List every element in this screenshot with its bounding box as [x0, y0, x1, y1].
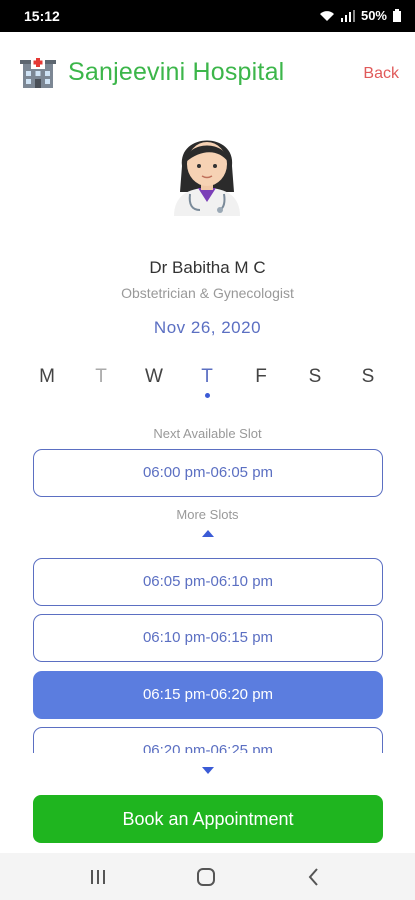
scroll-down-icon[interactable]: [202, 767, 214, 774]
book-appointment-button[interactable]: Book an Appointment: [33, 795, 383, 843]
home-icon[interactable]: [194, 865, 218, 889]
scroll-up-icon[interactable]: [202, 530, 214, 537]
day-friday[interactable]: F: [246, 366, 276, 388]
day-tuesday[interactable]: T: [86, 366, 116, 388]
doctor-avatar: [174, 140, 240, 216]
weekday-selector: M T W T F S S: [0, 366, 415, 406]
system-nav-bar: [0, 853, 415, 900]
signal-icon: [340, 9, 355, 22]
slot-button-selected[interactable]: 06:15 pm-06:20 pm: [33, 671, 383, 719]
day-monday[interactable]: M: [32, 366, 62, 388]
doctor-name: Dr Babitha M C: [149, 258, 266, 277]
day-sunday[interactable]: S: [353, 366, 383, 388]
doctor-specialty: Obstetrician & Gynecologist: [121, 285, 294, 301]
battery-text: 50%: [360, 8, 387, 23]
more-slots-caption: More Slots: [176, 507, 239, 522]
selected-date[interactable]: Nov 26, 2020: [0, 318, 415, 338]
next-slot-caption: Next Available Slot: [153, 426, 262, 441]
next-slot-button[interactable]: 06:00 pm-06:05 pm: [33, 449, 383, 497]
wifi-icon: [319, 10, 334, 21]
status-time: 15:12: [24, 8, 60, 24]
day-wednesday[interactable]: W: [139, 366, 169, 388]
slot-list[interactable]: 06:05 pm-06:10 pm 06:10 pm-06:15 pm 06:1…: [0, 555, 415, 753]
back-button[interactable]: Back: [363, 65, 399, 83]
status-bar: 15:12 50%: [0, 0, 415, 32]
selected-day-indicator: [205, 393, 210, 398]
status-icons: 50%: [319, 8, 401, 23]
recent-apps-icon[interactable]: [86, 865, 110, 889]
battery-icon: [393, 9, 401, 22]
back-nav-icon[interactable]: [302, 865, 326, 889]
day-saturday[interactable]: S: [300, 366, 330, 388]
slot-button[interactable]: 06:05 pm-06:10 pm: [33, 558, 383, 606]
app-header: Sanjeevini Hospital Back: [0, 32, 415, 120]
slot-button[interactable]: 06:10 pm-06:15 pm: [33, 614, 383, 662]
slot-button[interactable]: 06:20 pm-06:25 pm: [33, 727, 383, 753]
hospital-icon: [20, 56, 56, 88]
app-title: Sanjeevini Hospital: [68, 58, 285, 86]
day-thursday[interactable]: T: [192, 366, 222, 388]
